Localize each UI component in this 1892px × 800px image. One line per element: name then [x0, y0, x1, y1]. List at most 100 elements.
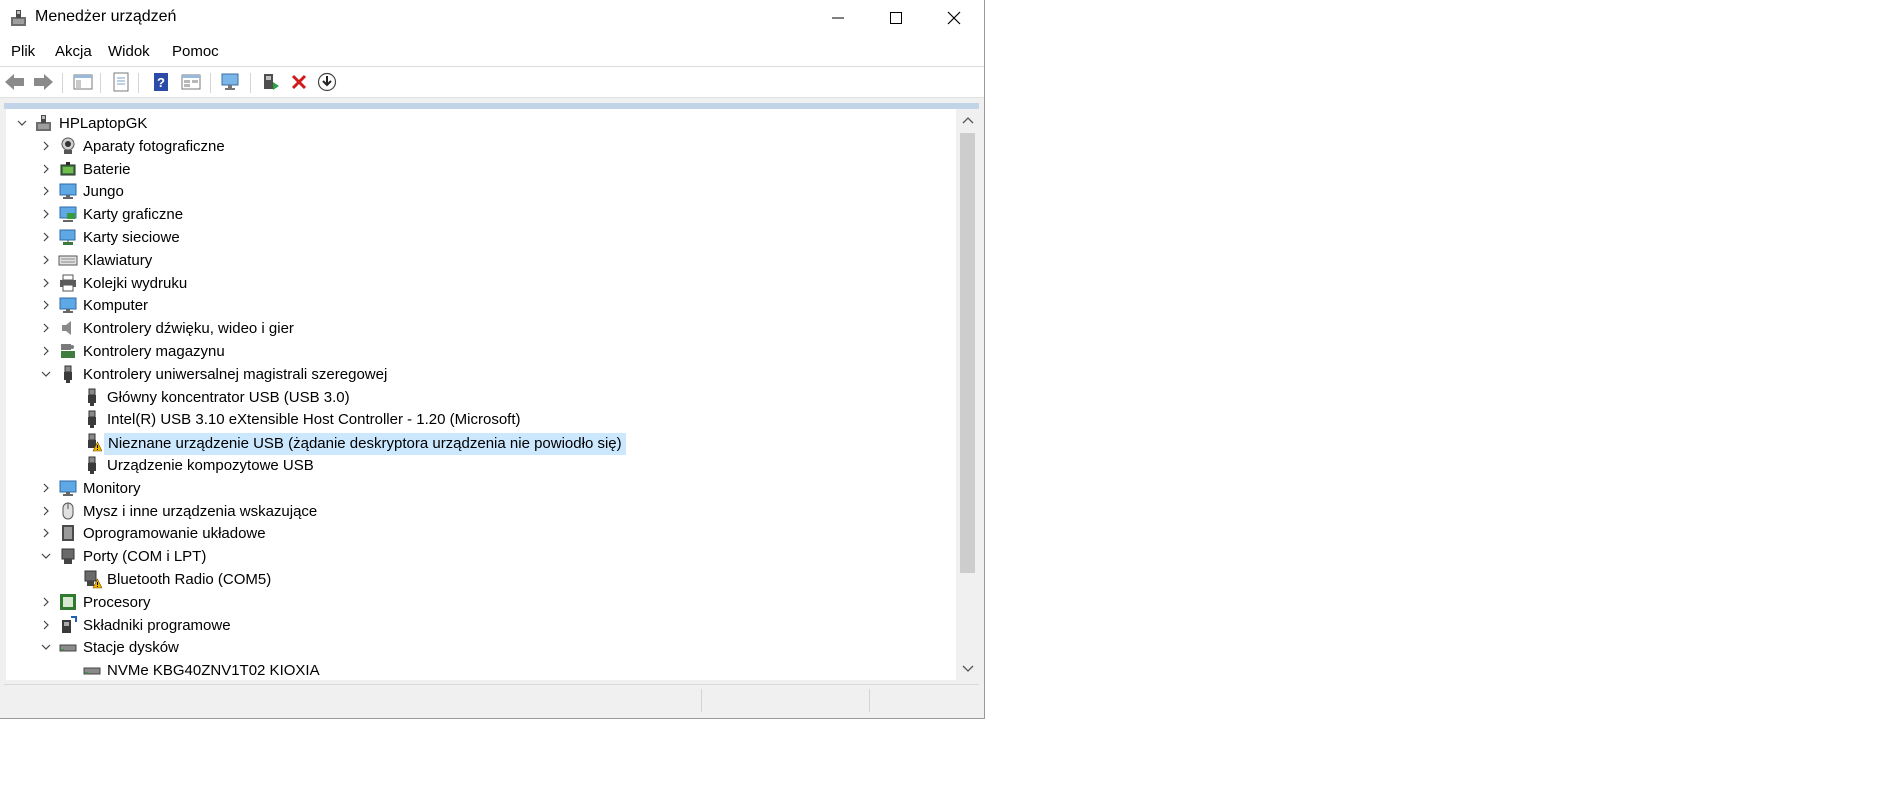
tree-node-label: Intel(R) USB 3.10 eXtensible Host Contro…: [107, 411, 521, 429]
tree-category-node[interactable]: Kontrolery magazynu: [6, 340, 946, 362]
tree-node-label: Karty sieciowe: [83, 229, 180, 246]
port-icon: [58, 546, 78, 566]
tree-device-node[interactable]: Urządzenie kompozytowe USB: [6, 454, 946, 476]
tree-node-label: Procesory: [83, 593, 151, 611]
menu-plik[interactable]: Plik: [11, 43, 35, 60]
tree-category-node[interactable]: Kolejki wydruku: [6, 272, 946, 294]
chevron-right-icon[interactable]: [39, 500, 53, 522]
software-component-icon: [58, 615, 78, 635]
chevron-right-icon[interactable]: [39, 203, 53, 225]
battery-icon: [58, 159, 78, 179]
minimize-button[interactable]: [808, 0, 868, 36]
usb-warning-icon: [82, 432, 102, 452]
back-icon: [5, 74, 24, 90]
title-bar[interactable]: Menedżer urządzeń: [0, 0, 984, 36]
chevron-right-icon[interactable]: [39, 180, 53, 202]
chevron-right-icon[interactable]: [39, 340, 53, 362]
chevron-right-icon[interactable]: [39, 158, 53, 180]
update-driver-button[interactable]: [260, 71, 282, 93]
tree-category-node[interactable]: Mysz i inne urządzenia wskazujące: [6, 500, 946, 522]
tree-category-node[interactable]: Jungo: [6, 180, 946, 202]
mouse-icon: [58, 501, 78, 521]
close-button[interactable]: [924, 0, 984, 36]
download-button[interactable]: [316, 71, 338, 93]
view-button[interactable]: [180, 71, 202, 93]
toolbar-separator: [62, 73, 63, 93]
properties-button[interactable]: [110, 71, 132, 93]
tree-device-node-selected[interactable]: Nieznane urządzenie USB (żądanie deskryp…: [6, 431, 946, 456]
device-tree[interactable]: HPLaptopGK Aparaty fotograficzne Baterie Ju…: [6, 109, 956, 680]
close-icon: [947, 11, 961, 25]
tree-category-node[interactable]: Procesory: [6, 591, 946, 613]
toolbar-separator: [210, 73, 211, 93]
tree-category-node[interactable]: Kontrolery uniwersalnej magistrali szere…: [6, 363, 946, 385]
tree-category-node[interactable]: Baterie: [6, 158, 946, 180]
show-hide-console-tree-button[interactable]: [72, 71, 94, 93]
chevron-right-icon[interactable]: [39, 522, 53, 544]
tree-category-node[interactable]: Monitory: [6, 477, 946, 499]
chevron-down-icon[interactable]: [39, 636, 53, 658]
toolbar-separator: [138, 73, 139, 93]
tree-device-node[interactable]: NVMe KBG40ZNV1T02 KIOXIA: [6, 659, 946, 680]
vertical-scrollbar[interactable]: [956, 109, 979, 680]
tree-node-label: Składniki programowe: [83, 616, 231, 634]
chevron-right-icon[interactable]: [39, 249, 53, 271]
back-button[interactable]: [4, 71, 26, 93]
tree-device-node[interactable]: Bluetooth Radio (COM5): [6, 568, 946, 590]
chevron-down-icon[interactable]: [39, 545, 53, 567]
scroll-up-button[interactable]: [956, 109, 979, 131]
chevron-right-icon[interactable]: [39, 614, 53, 636]
tree-category-node[interactable]: Karty sieciowe: [6, 226, 946, 248]
download-icon: [317, 72, 337, 92]
menu-bar: Plik Akcja Widok Pomoc: [0, 36, 984, 67]
storage-controller-icon: [58, 341, 78, 361]
scroll-down-button[interactable]: [956, 658, 979, 680]
tree-node-label: Stacje dysków: [83, 639, 179, 657]
tree-node-label: Komputer: [83, 297, 149, 315]
menu-akcja[interactable]: Akcja: [55, 43, 92, 60]
tree-category-node[interactable]: Karty graficzne: [6, 203, 946, 225]
tree-node-label: Kontrolery dźwięku, wideo i gier: [83, 320, 294, 338]
scrollbar-thumb[interactable]: [960, 133, 975, 573]
tree-node-label: Klawiatury: [83, 251, 153, 269]
scan-hardware-button[interactable]: [220, 71, 242, 93]
tree-category-node[interactable]: Klawiatury: [6, 249, 946, 271]
status-bar: [4, 684, 979, 716]
menu-pomoc[interactable]: Pomoc: [172, 43, 219, 60]
chevron-right-icon[interactable]: [39, 226, 53, 248]
tree-category-node[interactable]: Stacje dysków: [6, 636, 946, 658]
chevron-right-icon[interactable]: [39, 135, 53, 157]
tree-category-node[interactable]: Aparaty fotograficzne: [6, 135, 946, 157]
menu-widok[interactable]: Widok: [108, 43, 150, 60]
tree-node-label: Kolejki wydruku: [83, 274, 188, 292]
maximize-icon: [890, 12, 902, 24]
help-button[interactable]: ?: [150, 71, 172, 93]
chevron-right-icon[interactable]: [39, 591, 53, 613]
chevron-down-icon[interactable]: [39, 363, 53, 385]
chevron-down-icon[interactable]: [15, 112, 29, 134]
keyboard-icon: [58, 250, 78, 270]
computer-icon: [58, 295, 78, 315]
uninstall-device-button[interactable]: [288, 71, 310, 93]
maximize-button[interactable]: [866, 0, 926, 36]
tree-node-label: Bluetooth Radio (COM5): [107, 571, 272, 588]
tree-category-node[interactable]: Porty (COM i LPT): [6, 545, 946, 567]
tree-device-node[interactable]: Główny koncentrator USB (USB 3.0): [6, 386, 946, 408]
tree-category-node[interactable]: Kontrolery dźwięku, wideo i gier: [6, 317, 946, 339]
monitor-icon: [58, 181, 78, 201]
tree-node-label: Monitory: [83, 479, 141, 497]
chevron-right-icon[interactable]: [39, 317, 53, 339]
tree-category-node[interactable]: Składniki programowe: [6, 614, 946, 636]
uninstall-device-icon: [291, 74, 307, 90]
tree-category-node[interactable]: Komputer: [6, 294, 946, 316]
update-driver-icon: [264, 74, 279, 90]
tree-root-node[interactable]: HPLaptopGK: [6, 112, 946, 134]
tree-device-node[interactable]: Intel(R) USB 3.10 eXtensible Host Contro…: [6, 408, 946, 430]
chevron-right-icon[interactable]: [39, 477, 53, 499]
monitor-icon: [58, 478, 78, 498]
forward-button[interactable]: [32, 71, 54, 93]
chevron-right-icon[interactable]: [39, 272, 53, 294]
tree-category-node[interactable]: Oprogramowanie układowe: [6, 522, 946, 544]
tree-node-label: Oprogramowanie układowe: [83, 525, 266, 543]
chevron-right-icon[interactable]: [39, 294, 53, 316]
